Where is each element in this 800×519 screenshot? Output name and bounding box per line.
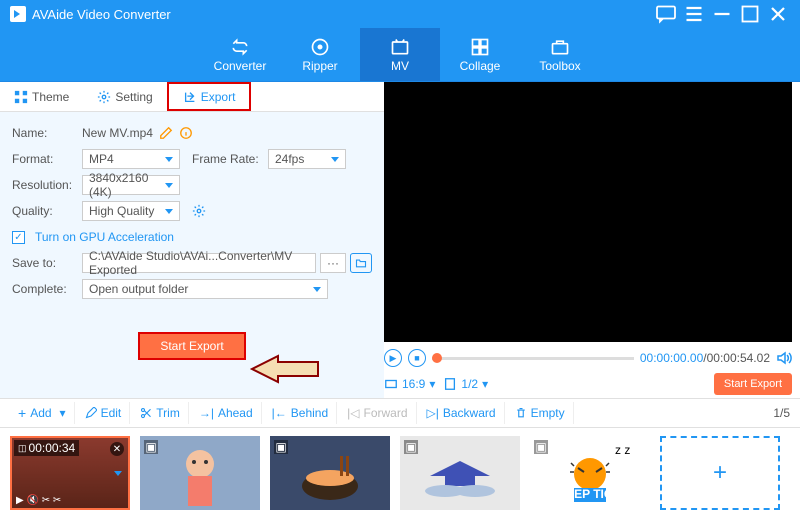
clip-tools: ▶ 🔇 ✂ ✂ bbox=[16, 495, 61, 506]
gpu-checkbox[interactable] bbox=[12, 231, 25, 244]
page-select[interactable]: 1/2▾ bbox=[443, 377, 488, 391]
trim-button[interactable]: Trim bbox=[132, 402, 189, 424]
info-icon[interactable] bbox=[179, 126, 193, 140]
start-export-button[interactable]: Start Export bbox=[138, 332, 246, 360]
framerate-label: Frame Rate: bbox=[192, 152, 262, 166]
tab-export[interactable]: Export bbox=[167, 82, 252, 111]
gpu-label: Turn on GPU Acceleration bbox=[35, 230, 174, 244]
image-icon: ▣ bbox=[534, 440, 548, 454]
svg-text:z z: z z bbox=[615, 443, 630, 457]
browse-button[interactable]: ··· bbox=[320, 253, 346, 273]
name-value: New MV.mp4 bbox=[82, 126, 153, 140]
nav-toolbox[interactable]: Toolbox bbox=[520, 28, 600, 81]
feedback-icon[interactable] bbox=[654, 2, 678, 26]
saveto-path: C:\AVAide Studio\AVAi...Converter\MV Exp… bbox=[82, 253, 316, 273]
export-button[interactable]: Start Export bbox=[714, 373, 792, 395]
volume-icon[interactable] bbox=[776, 350, 792, 366]
edit-button[interactable]: Edit bbox=[77, 402, 131, 424]
play-button[interactable]: ▶ bbox=[384, 349, 402, 367]
quality-label: Quality: bbox=[12, 204, 76, 218]
complete-label: Complete: bbox=[12, 282, 76, 296]
time-display: 00:00:00.00/00:00:54.02 bbox=[640, 351, 770, 365]
tab-theme[interactable]: Theme bbox=[0, 82, 83, 111]
close-icon[interactable] bbox=[766, 2, 790, 26]
clip-thumbnail[interactable]: ▣ bbox=[140, 436, 260, 510]
image-icon: ▣ bbox=[404, 440, 418, 454]
add-button[interactable]: +Add▾ bbox=[10, 402, 75, 424]
menu-icon[interactable] bbox=[682, 2, 706, 26]
nav-mv[interactable]: MV bbox=[360, 28, 440, 81]
tab-setting[interactable]: Setting bbox=[83, 82, 166, 111]
format-select[interactable]: MP4 bbox=[82, 149, 180, 169]
clip-thumbnail[interactable]: ▣ bbox=[270, 436, 390, 510]
edit-name-icon[interactable] bbox=[159, 126, 173, 140]
add-clip-button[interactable]: + bbox=[660, 436, 780, 510]
aspect-select[interactable]: 16:9▾ bbox=[384, 377, 435, 391]
resolution-label: Resolution: bbox=[12, 178, 76, 192]
video-preview bbox=[384, 82, 792, 342]
nav-collage[interactable]: Collage bbox=[440, 28, 520, 81]
clip-thumbnail[interactable]: ◫ 00:00:34 ✕ ▶ 🔇 ✂ ✂ bbox=[10, 436, 130, 510]
stop-button[interactable]: ■ bbox=[408, 349, 426, 367]
backward-button[interactable]: ▷|Backward bbox=[419, 402, 505, 424]
behind-button[interactable]: |←Behind bbox=[264, 402, 338, 424]
duration-badge: ◫ 00:00:34 bbox=[14, 440, 79, 456]
complete-select[interactable]: Open output folder bbox=[82, 279, 328, 299]
quality-gear-icon[interactable] bbox=[192, 204, 206, 218]
svg-text:SLEEP TIGHT: SLEEP TIGHT bbox=[551, 487, 630, 501]
open-folder-button[interactable] bbox=[350, 253, 372, 273]
app-logo bbox=[10, 6, 26, 22]
minimize-icon[interactable] bbox=[710, 2, 734, 26]
remove-clip-icon[interactable]: ✕ bbox=[110, 442, 124, 456]
nav-ripper[interactable]: Ripper bbox=[280, 28, 360, 81]
forward-button[interactable]: |◁Forward bbox=[339, 402, 416, 424]
ahead-button[interactable]: →|Ahead bbox=[191, 402, 262, 424]
empty-button[interactable]: Empty bbox=[507, 402, 574, 424]
app-title: AVAide Video Converter bbox=[32, 7, 650, 22]
resolution-select[interactable]: 3840x2160 (4K) bbox=[82, 175, 180, 195]
maximize-icon[interactable] bbox=[738, 2, 762, 26]
format-label: Format: bbox=[12, 152, 76, 166]
clip-thumbnail[interactable]: ▣ bbox=[400, 436, 520, 510]
image-icon: ▣ bbox=[274, 440, 288, 454]
quality-select[interactable]: High Quality bbox=[82, 201, 180, 221]
image-icon: ▣ bbox=[144, 440, 158, 454]
framerate-select[interactable]: 24fps bbox=[268, 149, 346, 169]
clip-thumbnail[interactable]: ▣ z z SLEEP TIGHT bbox=[530, 436, 650, 510]
seek-slider[interactable] bbox=[432, 357, 634, 360]
page-counter: 1/5 bbox=[773, 406, 790, 420]
saveto-label: Save to: bbox=[12, 256, 76, 270]
nav-converter[interactable]: Converter bbox=[200, 28, 280, 81]
name-label: Name: bbox=[12, 126, 76, 140]
